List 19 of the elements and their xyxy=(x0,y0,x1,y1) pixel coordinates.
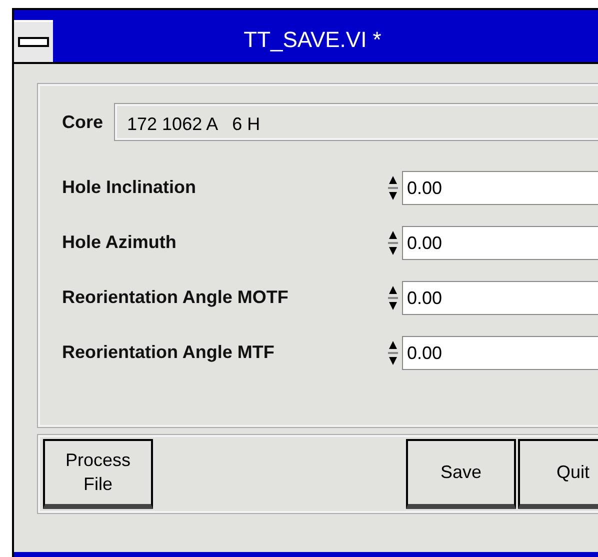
spinner-icon[interactable] xyxy=(388,230,398,256)
spinner-icon[interactable] xyxy=(388,284,398,310)
action-button[interactable]: Save xyxy=(406,439,516,509)
number-field[interactable]: 0.00 xyxy=(402,280,598,314)
number-field[interactable]: 0.00 xyxy=(402,336,598,370)
number-field[interactable]: 0.00 xyxy=(402,226,598,260)
field-label: Hole Inclination xyxy=(62,177,198,198)
field-label: Hole Azimuth xyxy=(62,232,178,253)
core-label: Core xyxy=(62,112,104,132)
number-field[interactable]: 0.00 xyxy=(402,170,598,204)
core-field: 172 1062 A 6 H xyxy=(115,104,598,140)
field-label: Reorientation Angle MTF xyxy=(62,342,276,363)
spinner-icon[interactable] xyxy=(388,340,398,366)
field-label: Reorientation Angle MOTF xyxy=(62,287,290,308)
system-menu-button[interactable] xyxy=(14,20,53,62)
action-button[interactable]: Quit xyxy=(518,439,598,509)
process-file-button[interactable]: Process File xyxy=(43,439,153,509)
spinner-icon[interactable] xyxy=(388,174,398,200)
window-title: TT_SAVE.VI * xyxy=(242,26,382,54)
